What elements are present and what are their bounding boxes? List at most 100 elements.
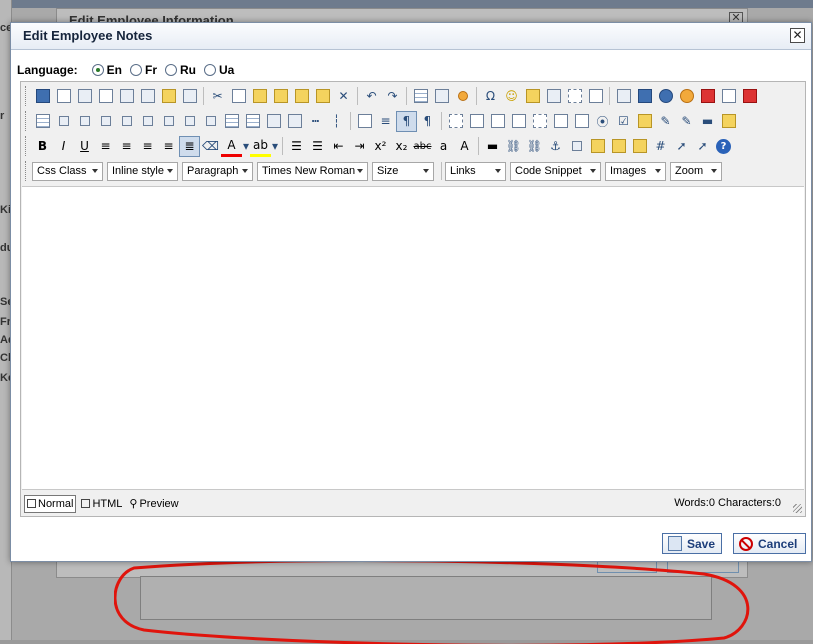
insert-column-right-icon[interactable]: [137, 111, 158, 132]
links-dropdown[interactable]: Links: [445, 161, 506, 181]
merge-down-icon[interactable]: [200, 111, 221, 132]
replace-icon[interactable]: [137, 86, 158, 107]
paragraph-ltr-icon[interactable]: ≡: [375, 111, 396, 132]
insert-table-icon[interactable]: [32, 111, 53, 132]
paste-html-icon[interactable]: [312, 86, 333, 107]
align-center-icon[interactable]: ≡: [116, 136, 137, 157]
copy-icon[interactable]: [228, 86, 249, 107]
show-paragraph-icon[interactable]: ¶: [417, 111, 438, 132]
insert-flash-icon[interactable]: [655, 86, 676, 107]
superscript-button[interactable]: x²: [370, 136, 391, 157]
delete-icon[interactable]: ✕: [333, 86, 354, 107]
strikethrough-button[interactable]: abc: [412, 136, 433, 157]
highlight-dropdown-icon[interactable]: ▾: [271, 136, 279, 157]
row-properties-icon[interactable]: [284, 111, 305, 132]
insert-checkbox-icon[interactable]: ☑: [613, 111, 634, 132]
save-button[interactable]: Save: [662, 533, 722, 554]
insert-row-before-icon[interactable]: [53, 111, 74, 132]
font-family-dropdown[interactable]: Times New Roman: [257, 161, 368, 181]
cut-icon[interactable]: ✂: [207, 86, 228, 107]
language-option-fr[interactable]: Fr: [130, 63, 157, 77]
bold-button[interactable]: B: [32, 136, 53, 157]
save-icon[interactable]: [32, 86, 53, 107]
resize-handle[interactable]: [793, 504, 802, 513]
absolute-position-icon[interactable]: [587, 136, 608, 157]
find-icon[interactable]: [116, 86, 137, 107]
justify-none-icon[interactable]: ≣: [179, 135, 200, 157]
emoticon-icon[interactable]: ☺: [501, 86, 522, 107]
delete-row-icon[interactable]: [95, 111, 116, 132]
insert-pdf-icon[interactable]: [697, 86, 718, 107]
mode-html-button[interactable]: HTML: [79, 495, 124, 513]
paste-icon[interactable]: [249, 86, 270, 107]
insert-date-icon[interactable]: [431, 86, 452, 107]
paragraph-dropdown[interactable]: Paragraph: [182, 161, 253, 181]
form-tools-icon[interactable]: [354, 111, 375, 132]
cancel-button[interactable]: Cancel: [733, 533, 806, 554]
subscript-button[interactable]: x₂: [391, 136, 412, 157]
insert-radio-icon[interactable]: ⦿: [592, 111, 613, 132]
cell-properties-icon[interactable]: [242, 111, 263, 132]
insert-listbox-icon[interactable]: [550, 111, 571, 132]
print-icon[interactable]: [74, 86, 95, 107]
close-icon[interactable]: ✕: [790, 28, 805, 43]
insert-box-icon[interactable]: [543, 86, 564, 107]
send-backward-icon[interactable]: [629, 136, 650, 157]
css-class-dropdown[interactable]: Css Class: [32, 161, 103, 181]
help-icon[interactable]: ?: [713, 136, 734, 157]
editor-content-area[interactable]: [22, 186, 804, 490]
align-left-icon[interactable]: ≡: [95, 136, 116, 157]
radio-ru[interactable]: [165, 64, 178, 76]
insert-hidden-field-icon[interactable]: [529, 111, 550, 132]
font-size-dropdown[interactable]: Size: [372, 161, 434, 181]
pointer-icon[interactable]: ➚: [692, 136, 713, 157]
redo-icon[interactable]: ↷: [382, 86, 403, 107]
highlight-color-icon[interactable]: ab: [250, 136, 271, 157]
insert-button-icon[interactable]: ▬: [697, 111, 718, 132]
insert-submit-icon[interactable]: ✎: [655, 111, 676, 132]
font-color-dropdown-icon[interactable]: ▾: [242, 136, 250, 157]
insert-link-icon[interactable]: ⛓: [503, 136, 524, 157]
insert-textbox-icon[interactable]: [487, 111, 508, 132]
outdent-icon[interactable]: ⇤: [328, 136, 349, 157]
select-element-icon[interactable]: [566, 136, 587, 157]
insert-rule-icon[interactable]: ┅: [305, 111, 326, 132]
paste-word-icon[interactable]: [291, 86, 312, 107]
language-option-ua[interactable]: Ua: [204, 63, 234, 77]
show-grid-icon[interactable]: #: [650, 136, 671, 157]
indent-icon[interactable]: ⇥: [349, 136, 370, 157]
radio-ua[interactable]: [204, 64, 217, 76]
italic-button[interactable]: I: [53, 136, 74, 157]
justify-icon[interactable]: ≡: [158, 136, 179, 157]
lowercase-icon[interactable]: a: [433, 136, 454, 157]
language-option-ru[interactable]: Ru: [165, 63, 196, 77]
paragraph-rtl-icon[interactable]: ¶: [396, 110, 417, 132]
underline-button[interactable]: U: [74, 136, 95, 157]
insert-form-icon[interactable]: [445, 111, 466, 132]
insert-column-left-icon[interactable]: [116, 111, 137, 132]
unlink-icon[interactable]: ⛓: [524, 136, 545, 157]
insert-row-after-icon[interactable]: [74, 111, 95, 132]
select-all-icon[interactable]: ➚: [671, 136, 692, 157]
split-cell-icon[interactable]: [263, 111, 284, 132]
new-page-icon[interactable]: [53, 86, 74, 107]
uppercase-icon[interactable]: A: [454, 136, 475, 157]
clean-icon[interactable]: [158, 86, 179, 107]
ordered-list-icon[interactable]: ☰: [286, 136, 307, 157]
unordered-list-icon[interactable]: ☰: [307, 136, 328, 157]
mode-preview-button[interactable]: ⚲ Preview: [127, 495, 180, 513]
image-editor-icon[interactable]: [634, 86, 655, 107]
code-snippet-dropdown[interactable]: Code Snippet: [510, 161, 601, 181]
spellcheck-icon[interactable]: [179, 86, 200, 107]
insert-media-icon[interactable]: [676, 86, 697, 107]
insert-image-button-icon[interactable]: [634, 111, 655, 132]
insert-image-icon[interactable]: [613, 86, 634, 107]
mode-normal-button[interactable]: Normal: [24, 494, 77, 513]
horizontal-rule-icon[interactable]: ▬: [482, 136, 503, 157]
insert-reset-icon[interactable]: ✎: [676, 111, 697, 132]
insert-textarea-icon[interactable]: [466, 111, 487, 132]
keyboard-icon[interactable]: [522, 86, 543, 107]
delete-column-icon[interactable]: [158, 111, 179, 132]
radio-fr[interactable]: [130, 64, 143, 76]
font-color-button[interactable]: A: [221, 136, 242, 157]
